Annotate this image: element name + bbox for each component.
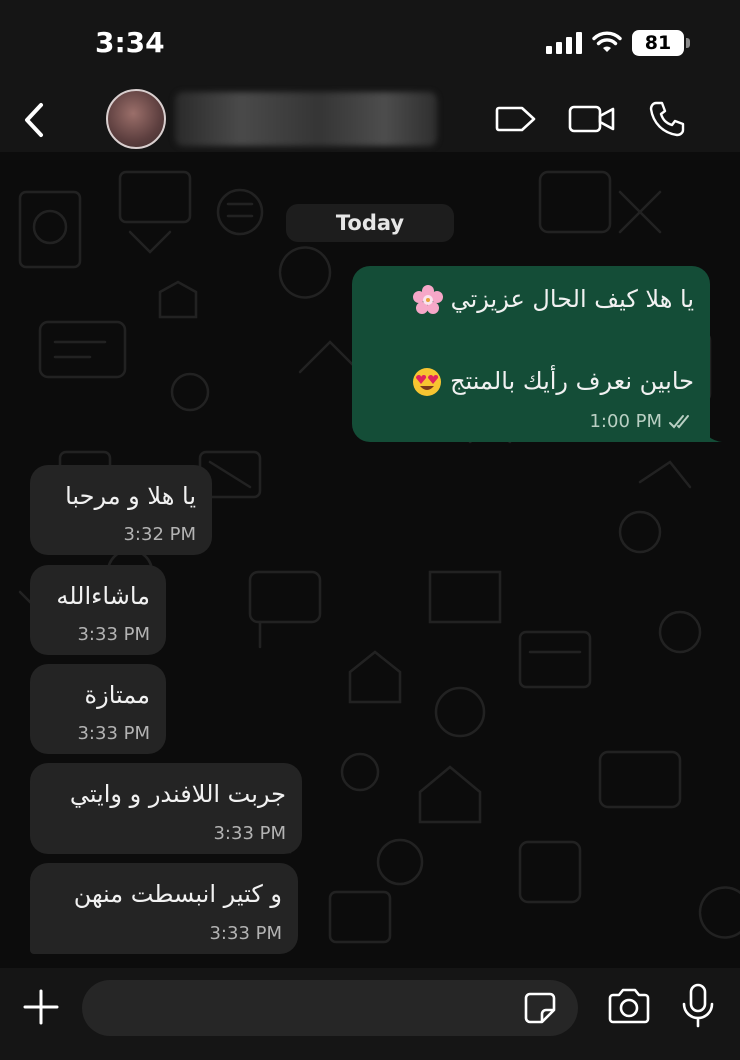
message-meta: 1:00 PM bbox=[589, 411, 694, 432]
bubble-tail bbox=[700, 424, 722, 442]
date-separator: Today bbox=[286, 204, 454, 242]
heart-eyes-emoji-icon bbox=[413, 368, 442, 396]
message-text-line: حابين نعرف رأيك بالمنتج bbox=[368, 364, 694, 398]
battery-indicator: 81 bbox=[632, 30, 690, 56]
message-time: 3:33 PM bbox=[213, 823, 286, 844]
double-check-icon bbox=[669, 414, 689, 428]
message-input[interactable] bbox=[82, 980, 578, 1036]
composer-bar bbox=[0, 968, 740, 1060]
message-text-spacer bbox=[368, 316, 694, 364]
message-bubble-outgoing[interactable]: يا هلا كيف الحال عزيزتي حابين نعرف رأيك … bbox=[352, 266, 710, 442]
wifi-icon bbox=[592, 31, 622, 52]
message-text: جربت اللافندر و وايتي bbox=[69, 780, 286, 808]
cherry-blossom-emoji-icon bbox=[412, 285, 443, 314]
message-bubble-incoming[interactable]: ماشاءالله 3:33 PM bbox=[30, 565, 166, 655]
camera-icon bbox=[608, 988, 650, 1024]
camera-button[interactable] bbox=[606, 986, 652, 1028]
status-indicators: 81 bbox=[546, 29, 690, 57]
top-bar: 3:34 81 bbox=[0, 0, 740, 152]
status-time: 3:34 bbox=[95, 26, 165, 59]
phone-icon bbox=[649, 101, 685, 137]
message-bubble-incoming[interactable]: يا هلا و مرحبا 3:32 PM bbox=[30, 465, 212, 555]
cellular-signal-icon bbox=[546, 32, 582, 54]
message-text: ممتازة bbox=[84, 681, 150, 709]
message-text: ماشاءالله bbox=[56, 582, 150, 610]
microphone-button[interactable] bbox=[678, 982, 718, 1030]
voice-call-button[interactable] bbox=[644, 96, 690, 142]
label-button[interactable] bbox=[492, 96, 540, 142]
sticker-button[interactable] bbox=[522, 990, 558, 1026]
sticker-icon bbox=[524, 992, 556, 1024]
video-call-button[interactable] bbox=[566, 96, 618, 142]
message-bubble-incoming[interactable]: و كتير انبسطت منهن 3:33 PM bbox=[30, 863, 298, 954]
contact-avatar[interactable] bbox=[106, 89, 166, 149]
message-text: و كتير انبسطت منهن bbox=[73, 880, 282, 908]
microphone-icon bbox=[682, 983, 714, 1028]
video-camera-icon bbox=[568, 105, 615, 133]
attach-button[interactable] bbox=[20, 986, 62, 1028]
chat-area[interactable]: Today يا هلا كيف الحال عزيزتي حابين نعرف… bbox=[0, 152, 740, 968]
plus-icon bbox=[23, 989, 59, 1025]
message-time: 3:33 PM bbox=[77, 624, 150, 645]
back-button[interactable] bbox=[14, 98, 54, 142]
message-text: يا هلا و مرحبا bbox=[65, 482, 196, 510]
message-time: 1:00 PM bbox=[589, 411, 662, 432]
message-bubble-incoming[interactable]: ممتازة 3:33 PM bbox=[30, 664, 166, 754]
message-bubble-incoming[interactable]: جربت اللافندر و وايتي 3:33 PM bbox=[30, 763, 302, 854]
message-time: 3:32 PM bbox=[123, 524, 196, 545]
contact-name-redacted[interactable] bbox=[175, 92, 437, 146]
back-chevron-icon bbox=[25, 103, 43, 137]
message-time: 3:33 PM bbox=[77, 723, 150, 744]
message-text-line: يا هلا كيف الحال عزيزتي bbox=[368, 282, 694, 316]
message-time: 3:33 PM bbox=[209, 923, 282, 944]
label-icon bbox=[495, 106, 536, 132]
